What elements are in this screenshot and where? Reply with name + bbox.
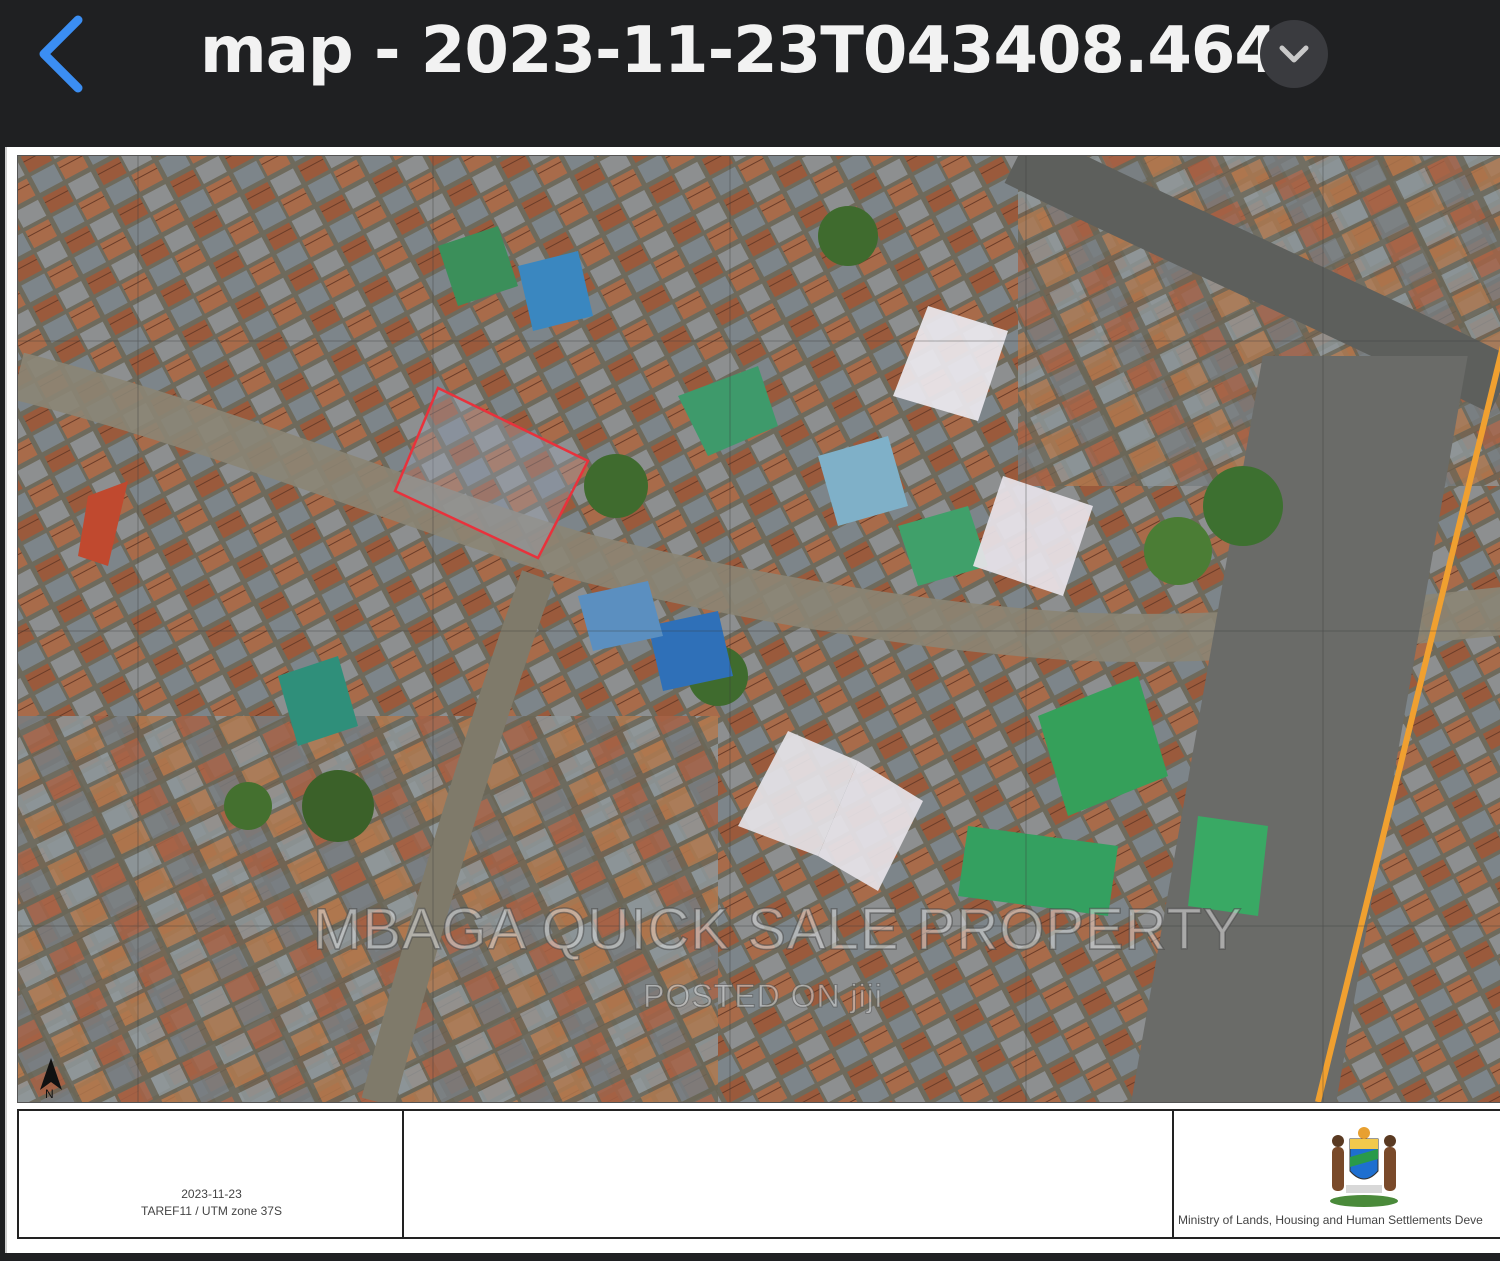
watermark-subtext: POSTED ON jiji [643, 978, 883, 1015]
chevron-down-icon [1279, 45, 1309, 63]
coordinate-system: TAREF11 / UTM zone 37S [141, 1204, 282, 1218]
north-arrow: N [36, 1054, 66, 1102]
top-bar: map - 2023-11-23T043408.464 [0, 0, 1500, 140]
map-document: MBAGA QUICK SALE PROPERTY POSTED ON jiji… [5, 147, 1500, 1253]
bottom-edge [0, 1253, 1500, 1261]
title-block-left: 2023-11-23 TAREF11 / UTM zone 37S [19, 1111, 404, 1237]
title-dropdown-button[interactable] [1260, 20, 1328, 88]
document-title: map - 2023-11-23T043408.464 [200, 14, 1279, 88]
aerial-map[interactable]: MBAGA QUICK SALE PROPERTY POSTED ON jiji… [17, 155, 1500, 1103]
map-date: 2023-11-23 [181, 1187, 242, 1201]
chevron-left-icon [39, 15, 83, 93]
ministry-name: Ministry of Lands, Housing and Human Set… [1178, 1213, 1483, 1227]
map-title-block: 2023-11-23 TAREF11 / UTM zone 37S Minist… [17, 1109, 1500, 1239]
back-button[interactable] [30, 10, 100, 100]
north-label: N [45, 1087, 54, 1101]
watermark-text: MBAGA QUICK SALE PROPERTY [312, 896, 1243, 963]
title-block-middle [404, 1111, 1174, 1237]
coat-of-arms-icon [1330, 1127, 1398, 1207]
title-block-right: Ministry of Lands, Housing and Human Set… [1174, 1111, 1500, 1237]
